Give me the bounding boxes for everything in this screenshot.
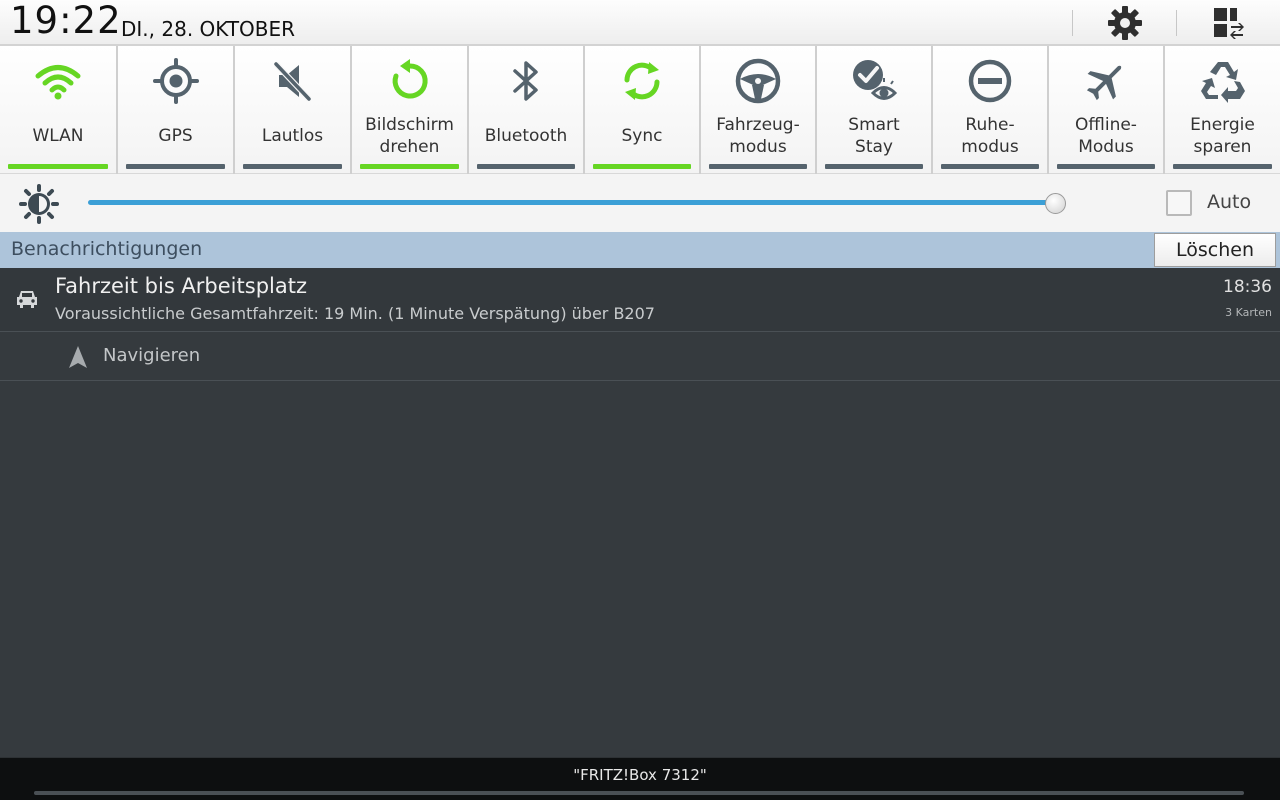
notification-text: Voraussichtliche Gesamtfahrzeit: 19 Min.… [55,304,655,323]
toggle-gps[interactable]: GPS [118,46,235,174]
toggle-label: Sync [621,126,663,146]
toggle-indicator [477,164,575,169]
navigation-arrow-icon [69,346,87,368]
toggle-indicator [243,164,342,169]
network-name: "FRITZ!Box 7312" [573,766,707,784]
toggle-label: Ruhe- modus [961,115,1019,157]
toggle-indicator [593,164,691,169]
rotate-icon [392,59,428,99]
auto-brightness-label: Auto [1207,191,1252,213]
toggle-label: Bildschirm drehen [365,115,454,157]
sync-icon [624,62,660,100]
do-not-disturb-icon [968,59,1012,103]
notification-time: 18:36 [1223,277,1272,297]
recycle-icon [1200,62,1245,103]
smart-stay-icon [853,60,898,100]
toggle-sync[interactable]: Sync [585,46,701,174]
notifications-header: Benachrichtigungen [0,232,1280,268]
toggle-indicator [825,164,923,169]
toggle-label: Fahrzeug- modus [716,115,800,157]
date: DI., 28. OKTOBER [121,17,296,41]
status-header: 19:22 DI., 28. OKTOBER [0,0,1280,46]
panel-drag-handle[interactable] [34,791,1244,795]
header-divider [1072,10,1073,36]
toggle-blocking-mode[interactable]: Ruhe- modus [933,46,1049,174]
brightness-slider-thumb[interactable] [1045,193,1066,214]
settings-button[interactable] [1102,4,1148,42]
toggle-silent[interactable]: Lautlos [235,46,352,174]
steering-wheel-icon [735,58,781,104]
navigate-action-button[interactable]: Navigieren [0,333,1280,381]
grid-edit-icon [1214,8,1244,39]
toggle-indicator [1057,164,1155,169]
toggle-bluetooth[interactable]: Bluetooth [469,46,585,174]
toggle-wlan[interactable]: WLAN [0,46,118,174]
toggle-indicator [126,164,225,169]
wifi-icon [35,65,81,100]
toggle-smart-stay[interactable]: Smart Stay [817,46,933,174]
bluetooth-icon [513,61,538,101]
toggle-label: WLAN [32,126,84,146]
toggle-indicator [8,164,108,169]
toggle-indicator [1173,164,1272,169]
toggle-rotate-screen[interactable]: Bildschirm drehen [352,46,469,174]
toggle-label: Bluetooth [484,126,568,146]
car-icon [17,291,37,308]
notification-item[interactable]: Fahrzeit bis Arbeitsplatz Voraussichtlic… [0,268,1280,332]
toggle-label: Energie sparen [1190,115,1255,157]
quick-settings-panel: WLAN GPS Lautlos Bildschirm drehen Bluet… [0,46,1280,174]
toggle-offline-mode[interactable]: Offline- Modus [1049,46,1165,174]
auto-brightness-checkbox[interactable] [1166,190,1192,216]
gear-icon [1108,6,1142,40]
edit-toggles-button[interactable] [1206,4,1252,42]
toggle-label: Lautlos [261,126,324,146]
mute-icon [273,61,311,102]
toggle-car-mode[interactable]: Fahrzeug- modus [701,46,817,174]
brightness-slider[interactable] [88,200,1058,205]
navigate-label: Navigieren [103,345,201,366]
header-divider [1176,10,1177,36]
toggle-label: GPS [158,126,193,146]
toggle-indicator [360,164,459,169]
toggle-power-saving[interactable]: Energie sparen [1165,46,1280,174]
clock: 19:22 [10,0,122,42]
toggle-indicator [941,164,1039,169]
gps-icon [152,58,199,104]
notifications-title: Benachrichtigungen [11,238,203,260]
clear-button[interactable]: Löschen [1154,233,1276,267]
network-footer: "FRITZ!Box 7312" [0,757,1280,800]
notification-card-count: 3 Karten [1225,306,1272,319]
toggle-indicator [709,164,807,169]
notification-title: Fahrzeit bis Arbeitsplatz [55,274,307,298]
toggle-label: Offline- Modus [1075,115,1137,157]
toggle-label: Smart Stay [848,115,900,157]
airplane-icon [1086,65,1122,101]
brightness-icon [19,184,59,224]
